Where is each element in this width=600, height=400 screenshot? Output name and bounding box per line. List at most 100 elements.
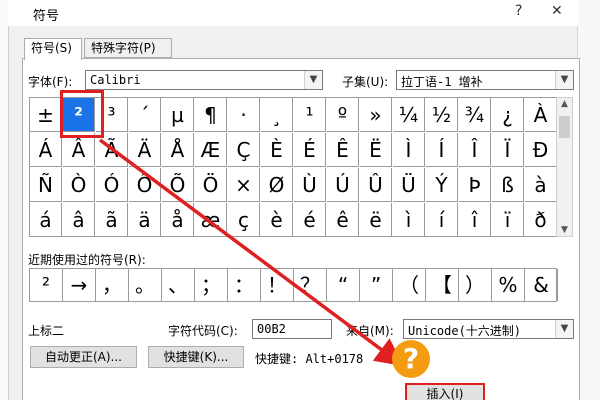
chevron-down-icon[interactable]: ▼	[555, 71, 573, 89]
font-select[interactable]: Calibri ▼	[85, 70, 323, 90]
symbol-cell[interactable]: å	[162, 203, 194, 237]
help-icon[interactable]: ?	[515, 3, 522, 19]
symbol-cell[interactable]: Â	[63, 133, 95, 167]
symbol-dialog: 符号 ? ✕ 符号(S) 特殊字符(P) 字体(F): Calibri ▼ 子集…	[0, 0, 600, 400]
symbol-cell[interactable]: ¹	[294, 98, 326, 132]
symbol-cell[interactable]: ¸	[261, 98, 293, 132]
symbol-cell[interactable]: ä	[129, 203, 161, 237]
symbol-cell[interactable]: Đ	[525, 133, 557, 167]
symbol-cell[interactable]: ì	[393, 203, 425, 237]
symbol-cell[interactable]: É	[294, 133, 326, 167]
recent-symbol-cell[interactable]: 【	[426, 269, 459, 301]
symbol-cell[interactable]: ¾	[459, 98, 491, 132]
symbol-cell[interactable]: ç	[228, 203, 260, 237]
symbol-cell[interactable]: Ø	[261, 168, 293, 202]
symbol-cell[interactable]: Ä	[129, 133, 161, 167]
symbol-cell[interactable]: æ	[195, 203, 227, 237]
symbol-cell[interactable]: Ë	[360, 133, 392, 167]
recent-symbol-cell[interactable]: →	[63, 269, 96, 301]
symbol-cell[interactable]: ë	[360, 203, 392, 237]
scroll-down-icon[interactable]: ▼	[557, 225, 572, 235]
close-icon[interactable]: ✕	[551, 3, 563, 19]
symbol-cell[interactable]: í	[426, 203, 458, 237]
recent-symbol-cell[interactable]: ？	[294, 269, 327, 301]
recent-symbol-cell[interactable]: &	[525, 269, 558, 301]
grid-scrollbar[interactable]: ▲ ▼	[556, 97, 573, 237]
symbol-cell[interactable]: Ö	[195, 168, 227, 202]
scroll-up-icon[interactable]: ▲	[557, 99, 572, 109]
recent-symbol-cell[interactable]: ！	[261, 269, 294, 301]
symbol-cell[interactable]: ½	[426, 98, 458, 132]
recent-symbol-cell[interactable]: 。	[129, 269, 162, 301]
recent-symbol-cell[interactable]: ²	[30, 269, 63, 301]
symbol-cell[interactable]: È	[261, 133, 293, 167]
symbol-cell[interactable]: ·	[228, 98, 260, 132]
symbol-cell[interactable]: ¼	[393, 98, 425, 132]
recent-symbol-cell[interactable]: 、	[162, 269, 195, 301]
recent-symbol-cell[interactable]: ”	[360, 269, 393, 301]
symbol-cell[interactable]: è	[261, 203, 293, 237]
recent-symbol-cell[interactable]: （	[393, 269, 426, 301]
from-select[interactable]: Unicode(十六进制) ▼	[403, 319, 574, 339]
recent-symbol-cell[interactable]: ，	[96, 269, 129, 301]
symbol-cell[interactable]: Ô	[129, 168, 161, 202]
symbol-cell[interactable]: Ý	[426, 168, 458, 202]
symbol-cell[interactable]: Ü	[393, 168, 425, 202]
symbol-cell[interactable]: Ù	[294, 168, 326, 202]
symbol-cell[interactable]: Î	[459, 133, 491, 167]
recent-symbol-cell[interactable]: “	[327, 269, 360, 301]
symbol-cell[interactable]: Ã	[96, 133, 128, 167]
symbol-cell[interactable]: Û	[360, 168, 392, 202]
recent-symbols-label: 近期使用过的符号(R):	[28, 253, 146, 267]
symbol-cell[interactable]: ã	[96, 203, 128, 237]
symbol-cell[interactable]: Ó	[96, 168, 128, 202]
insert-button[interactable]: 插入(I)	[405, 383, 485, 400]
symbol-cell[interactable]: Ì	[393, 133, 425, 167]
symbol-cell[interactable]: ´	[129, 98, 161, 132]
symbol-cell[interactable]: Ê	[327, 133, 359, 167]
symbol-cell[interactable]: ï	[492, 203, 524, 237]
symbol-cell[interactable]: º	[327, 98, 359, 132]
symbol-cell[interactable]: ß	[492, 168, 524, 202]
symbol-cell[interactable]: Þ	[459, 168, 491, 202]
autocorrect-button[interactable]: 自动更正(A)...	[30, 346, 137, 368]
symbol-cell[interactable]: Í	[426, 133, 458, 167]
chevron-down-icon[interactable]: ▼	[304, 71, 322, 89]
tab-special-characters[interactable]: 特殊字符(P)	[84, 38, 172, 58]
recent-symbol-cell[interactable]: ：	[228, 269, 261, 301]
symbol-cell[interactable]: ê	[327, 203, 359, 237]
symbol-cell[interactable]: »	[360, 98, 392, 132]
symbol-cell[interactable]: ¶	[195, 98, 227, 132]
from-value: Unicode(十六进制)	[408, 324, 522, 338]
symbol-cell[interactable]: Ï	[492, 133, 524, 167]
character-code-input[interactable]: 00B2	[252, 319, 332, 339]
scrollbar-thumb[interactable]	[559, 116, 570, 138]
symbol-cell[interactable]: ±	[30, 98, 62, 132]
shortcut-key-button[interactable]: 快捷键(K)...	[148, 346, 244, 368]
recent-symbol-cell[interactable]: %	[492, 269, 525, 301]
symbol-cell[interactable]: Æ	[195, 133, 227, 167]
symbol-cell[interactable]: µ	[162, 98, 194, 132]
symbol-cell[interactable]: Ú	[327, 168, 359, 202]
symbol-cell[interactable]: À	[525, 98, 557, 132]
recent-symbol-cell[interactable]: ）	[459, 269, 492, 301]
symbol-cell[interactable]: à	[525, 168, 557, 202]
symbol-cell[interactable]: ×	[228, 168, 260, 202]
symbol-cell[interactable]: î	[459, 203, 491, 237]
tab-symbols[interactable]: 符号(S)	[24, 38, 82, 60]
subset-select[interactable]: 拉丁语-1 增补 ▼	[396, 70, 574, 90]
symbol-cell[interactable]: Õ	[162, 168, 194, 202]
symbol-cell[interactable]: Ò	[63, 168, 95, 202]
symbol-cell[interactable]: ¿	[492, 98, 524, 132]
background-window-edge-left	[0, 0, 9, 400]
recent-symbol-cell[interactable]: ；	[195, 269, 228, 301]
symbol-cell[interactable]: ð	[525, 203, 557, 237]
symbol-cell[interactable]: Å	[162, 133, 194, 167]
symbol-cell[interactable]: á	[30, 203, 62, 237]
symbol-cell[interactable]: â	[63, 203, 95, 237]
symbol-cell[interactable]: Ñ	[30, 168, 62, 202]
chevron-down-icon[interactable]: ▼	[555, 320, 573, 338]
symbol-cell[interactable]: é	[294, 203, 326, 237]
symbol-cell[interactable]: Ç	[228, 133, 260, 167]
symbol-cell[interactable]: Á	[30, 133, 62, 167]
